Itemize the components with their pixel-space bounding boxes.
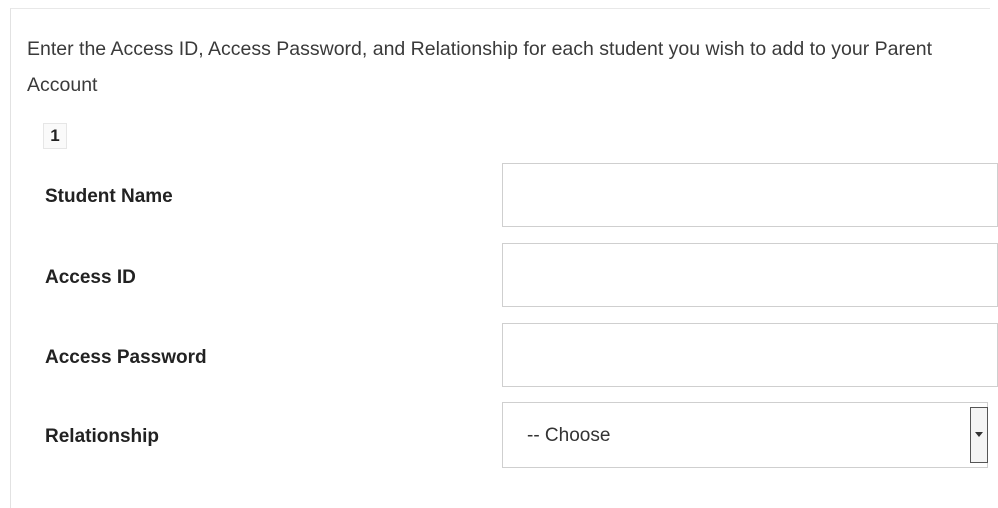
access-id-input[interactable] (502, 243, 998, 307)
student-name-label: Student Name (45, 186, 173, 207)
access-id-label: Access ID (45, 267, 136, 288)
access-password-input[interactable] (502, 323, 998, 387)
relationship-selected-value: -- Choose (527, 425, 611, 446)
relationship-select[interactable]: -- Choose (502, 402, 988, 468)
student-number-badge: 1 (43, 123, 67, 149)
relationship-label: Relationship (45, 426, 160, 447)
student-name-input[interactable] (502, 163, 998, 227)
instructions-text: Enter the Access ID, Access Password, an… (27, 38, 933, 96)
chevron-down-icon[interactable] (970, 407, 988, 463)
add-student-panel: Enter the Access ID, Access Password, an… (10, 8, 998, 508)
access-password-label: Access Password (45, 347, 207, 368)
